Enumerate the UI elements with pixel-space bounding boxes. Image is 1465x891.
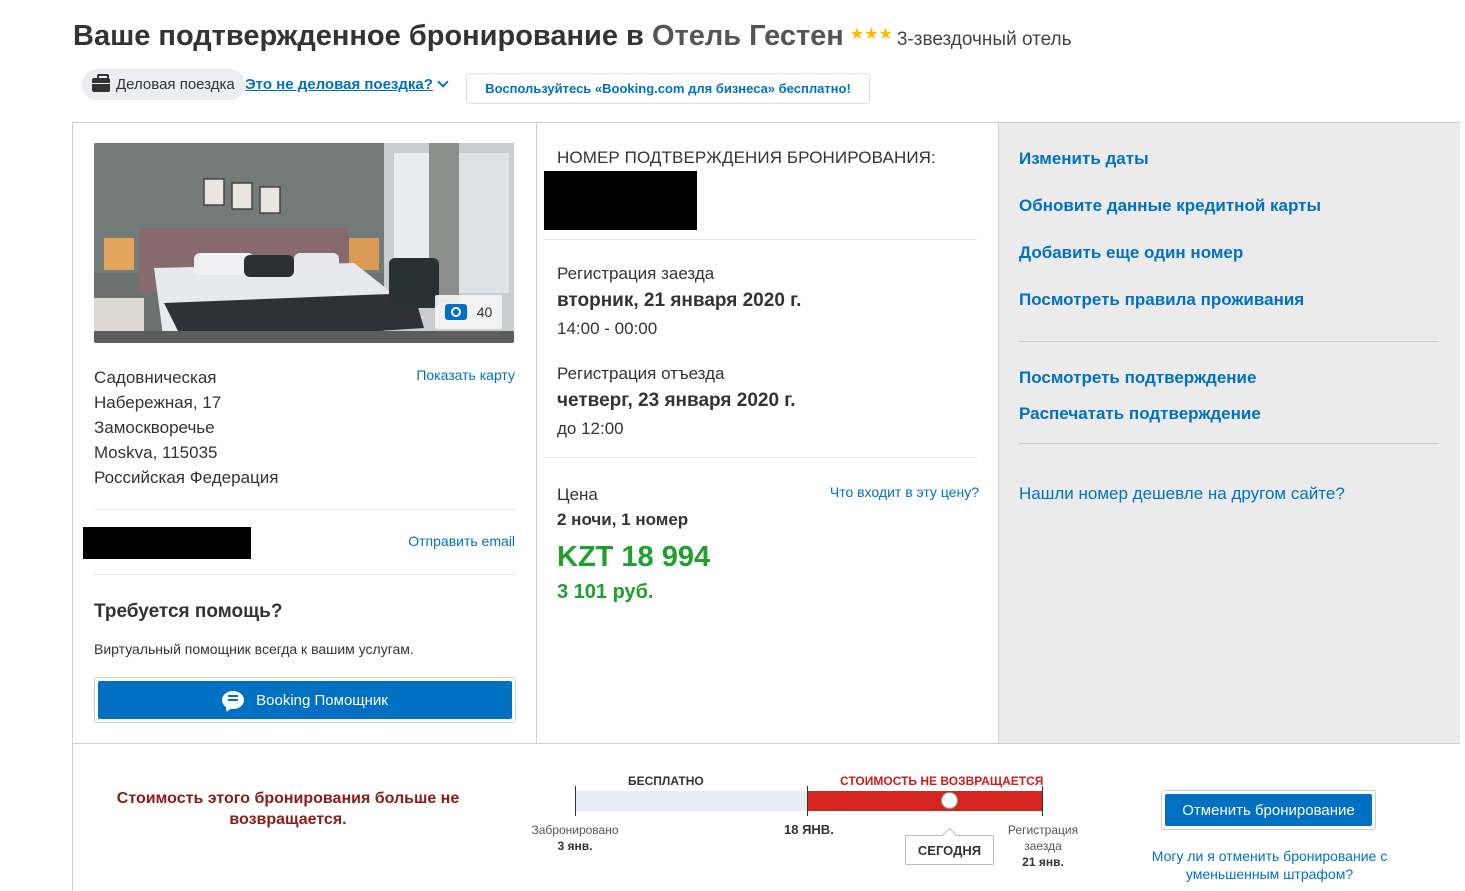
address-line: Российская Федерация bbox=[94, 468, 279, 487]
booking-details-column: НОМЕР ПОДТВЕРЖДЕНИЯ БРОНИРОВАНИЯ: Регист… bbox=[536, 123, 998, 743]
divider bbox=[1019, 341, 1439, 342]
photo-gallery-button[interactable]: 40 bbox=[435, 295, 502, 329]
nonrefundable-message: Стоимость этого бронирования больше не в… bbox=[116, 790, 460, 828]
business-promo-button[interactable]: Воспользуйтесь «Booking.com для бизнеса»… bbox=[466, 73, 870, 104]
house-rules-link[interactable]: Посмотреть правила проживания bbox=[1019, 290, 1304, 310]
change-dates-link[interactable]: Изменить даты bbox=[1019, 149, 1149, 169]
checkin-marker-label-1: Регистрация bbox=[1007, 823, 1079, 837]
star-rating-icon: ★★★ bbox=[849, 26, 893, 43]
nonrefundable-period-bar bbox=[808, 791, 1043, 811]
free-period-bar bbox=[576, 791, 808, 811]
camera-icon bbox=[444, 304, 467, 320]
timeline-tick bbox=[807, 786, 808, 816]
actions-column: Изменить даты Обновите данные кредитной … bbox=[998, 123, 1460, 743]
checkout-date: четверг, 23 января 2020 г. bbox=[557, 390, 796, 411]
assistant-button-label: Booking Помощник bbox=[256, 691, 388, 709]
cancel-booking-button[interactable]: Отменить бронирование bbox=[1165, 794, 1372, 826]
price-label: Цена bbox=[557, 485, 598, 504]
send-email-link[interactable]: Отправить email bbox=[408, 533, 515, 549]
booking-card: 40 Садовническая Набережная, 17 Замоскво… bbox=[72, 122, 1460, 891]
nonrefundable-period-label: СТОИМОСТЬ НЕ ВОЗВРАЩАЕТСЯ bbox=[840, 774, 1044, 788]
checkin-marker: Регистрация заезда 21 янв. bbox=[997, 822, 1089, 870]
not-business-trip-link[interactable]: Это не деловая поездка? bbox=[245, 76, 449, 93]
add-room-link[interactable]: Добавить еще один номер bbox=[1019, 243, 1243, 263]
view-confirmation-link[interactable]: Посмотреть подтверждение bbox=[1019, 368, 1256, 388]
checkin-time: 14:00 - 00:00 bbox=[557, 319, 658, 338]
chat-bubble-icon bbox=[222, 691, 245, 709]
found-cheaper-link[interactable]: Нашли номер дешевле на другом сайте? bbox=[1019, 484, 1345, 504]
trip-type-label: Деловая поездка bbox=[116, 76, 235, 93]
address-line: Набережная, 17 bbox=[94, 393, 222, 412]
timeline-tick bbox=[575, 786, 576, 816]
address-line: Замоскворечье bbox=[94, 418, 215, 437]
title-prefix: Ваше подтвержденное бронирование в bbox=[73, 20, 652, 52]
redacted-contact bbox=[83, 527, 251, 559]
address-line: Moskva, 115035 bbox=[94, 443, 218, 462]
checkout-time: до 12:00 bbox=[557, 419, 624, 438]
free-period-label: БЕСПЛАТНО bbox=[628, 774, 704, 788]
show-map-link[interactable]: Показать карту bbox=[416, 367, 515, 383]
reduced-penalty-link[interactable]: Могу ли я отменить бронирование с уменьш… bbox=[1133, 847, 1406, 883]
booked-date: 3 янв. bbox=[557, 839, 593, 853]
divider bbox=[94, 574, 516, 575]
hotel-address: Садовническая Набережная, 17 Замосквореч… bbox=[94, 365, 278, 490]
star-rating-label: 3-звездочный отель bbox=[896, 29, 1072, 50]
divider bbox=[94, 509, 516, 510]
booked-label: Забронировано bbox=[531, 823, 619, 837]
price-kzt: KZT 18 994 bbox=[557, 541, 711, 573]
today-label: СЕГОДНЯ bbox=[905, 835, 994, 865]
cancel-booking-button-frame: Отменить бронирование bbox=[1161, 790, 1376, 830]
confirmation-number-label: НОМЕР ПОДТВЕРЖДЕНИЯ БРОНИРОВАНИЯ: bbox=[557, 148, 936, 167]
booked-marker: Забронировано 3 янв. bbox=[523, 822, 627, 854]
checkin-label: Регистрация заезда bbox=[557, 264, 715, 283]
briefcase-icon bbox=[92, 73, 110, 92]
divider bbox=[544, 239, 977, 240]
checkin-marker-label-2: заезда bbox=[1024, 839, 1062, 853]
not-business-trip-label: Это не деловая поездка? bbox=[245, 76, 433, 93]
today-marker bbox=[941, 792, 958, 809]
deadline-date: 18 ЯНВ. bbox=[784, 822, 834, 837]
assistant-button-frame: Booking Помощник bbox=[94, 677, 516, 723]
price-included-link[interactable]: Что входит в эту цену? bbox=[830, 484, 979, 500]
photo-count: 40 bbox=[476, 304, 493, 320]
redacted-confirmation-number bbox=[544, 171, 697, 230]
stay-summary: 2 ночи, 1 номер bbox=[557, 510, 689, 529]
divider bbox=[1019, 443, 1439, 444]
price-rub: 3 101 руб. bbox=[557, 581, 654, 603]
trip-type-pill: Деловая поездка bbox=[82, 69, 245, 100]
checkin-date: вторник, 21 января 2020 г. bbox=[557, 290, 802, 311]
hotel-info-column: 40 Садовническая Набережная, 17 Замоскво… bbox=[73, 123, 536, 743]
page-title: Ваше подтвержденное бронирование в Отель… bbox=[73, 20, 1072, 53]
timeline-tick bbox=[1042, 786, 1043, 816]
hotel-photo[interactable]: 40 bbox=[94, 143, 514, 343]
cancellation-policy: Стоимость этого бронирования больше не в… bbox=[73, 743, 1460, 891]
divider bbox=[544, 457, 977, 458]
checkout-label: Регистрация отъезда bbox=[557, 364, 725, 383]
help-subtitle: Виртуальный помощник всегда к вашим услу… bbox=[94, 641, 414, 657]
print-confirmation-link[interactable]: Распечатать подтверждение bbox=[1019, 404, 1261, 424]
checkin-marker-date: 21 янв. bbox=[1022, 855, 1064, 869]
update-card-link[interactable]: Обновите данные кредитной карты bbox=[1019, 196, 1321, 216]
booking-assistant-button[interactable]: Booking Помощник bbox=[98, 681, 512, 719]
address-line: Садовническая bbox=[94, 368, 217, 387]
chevron-down-icon bbox=[437, 76, 449, 88]
help-title: Требуется помощь? bbox=[94, 601, 283, 622]
hotel-name[interactable]: Отель Гестен bbox=[652, 20, 844, 52]
